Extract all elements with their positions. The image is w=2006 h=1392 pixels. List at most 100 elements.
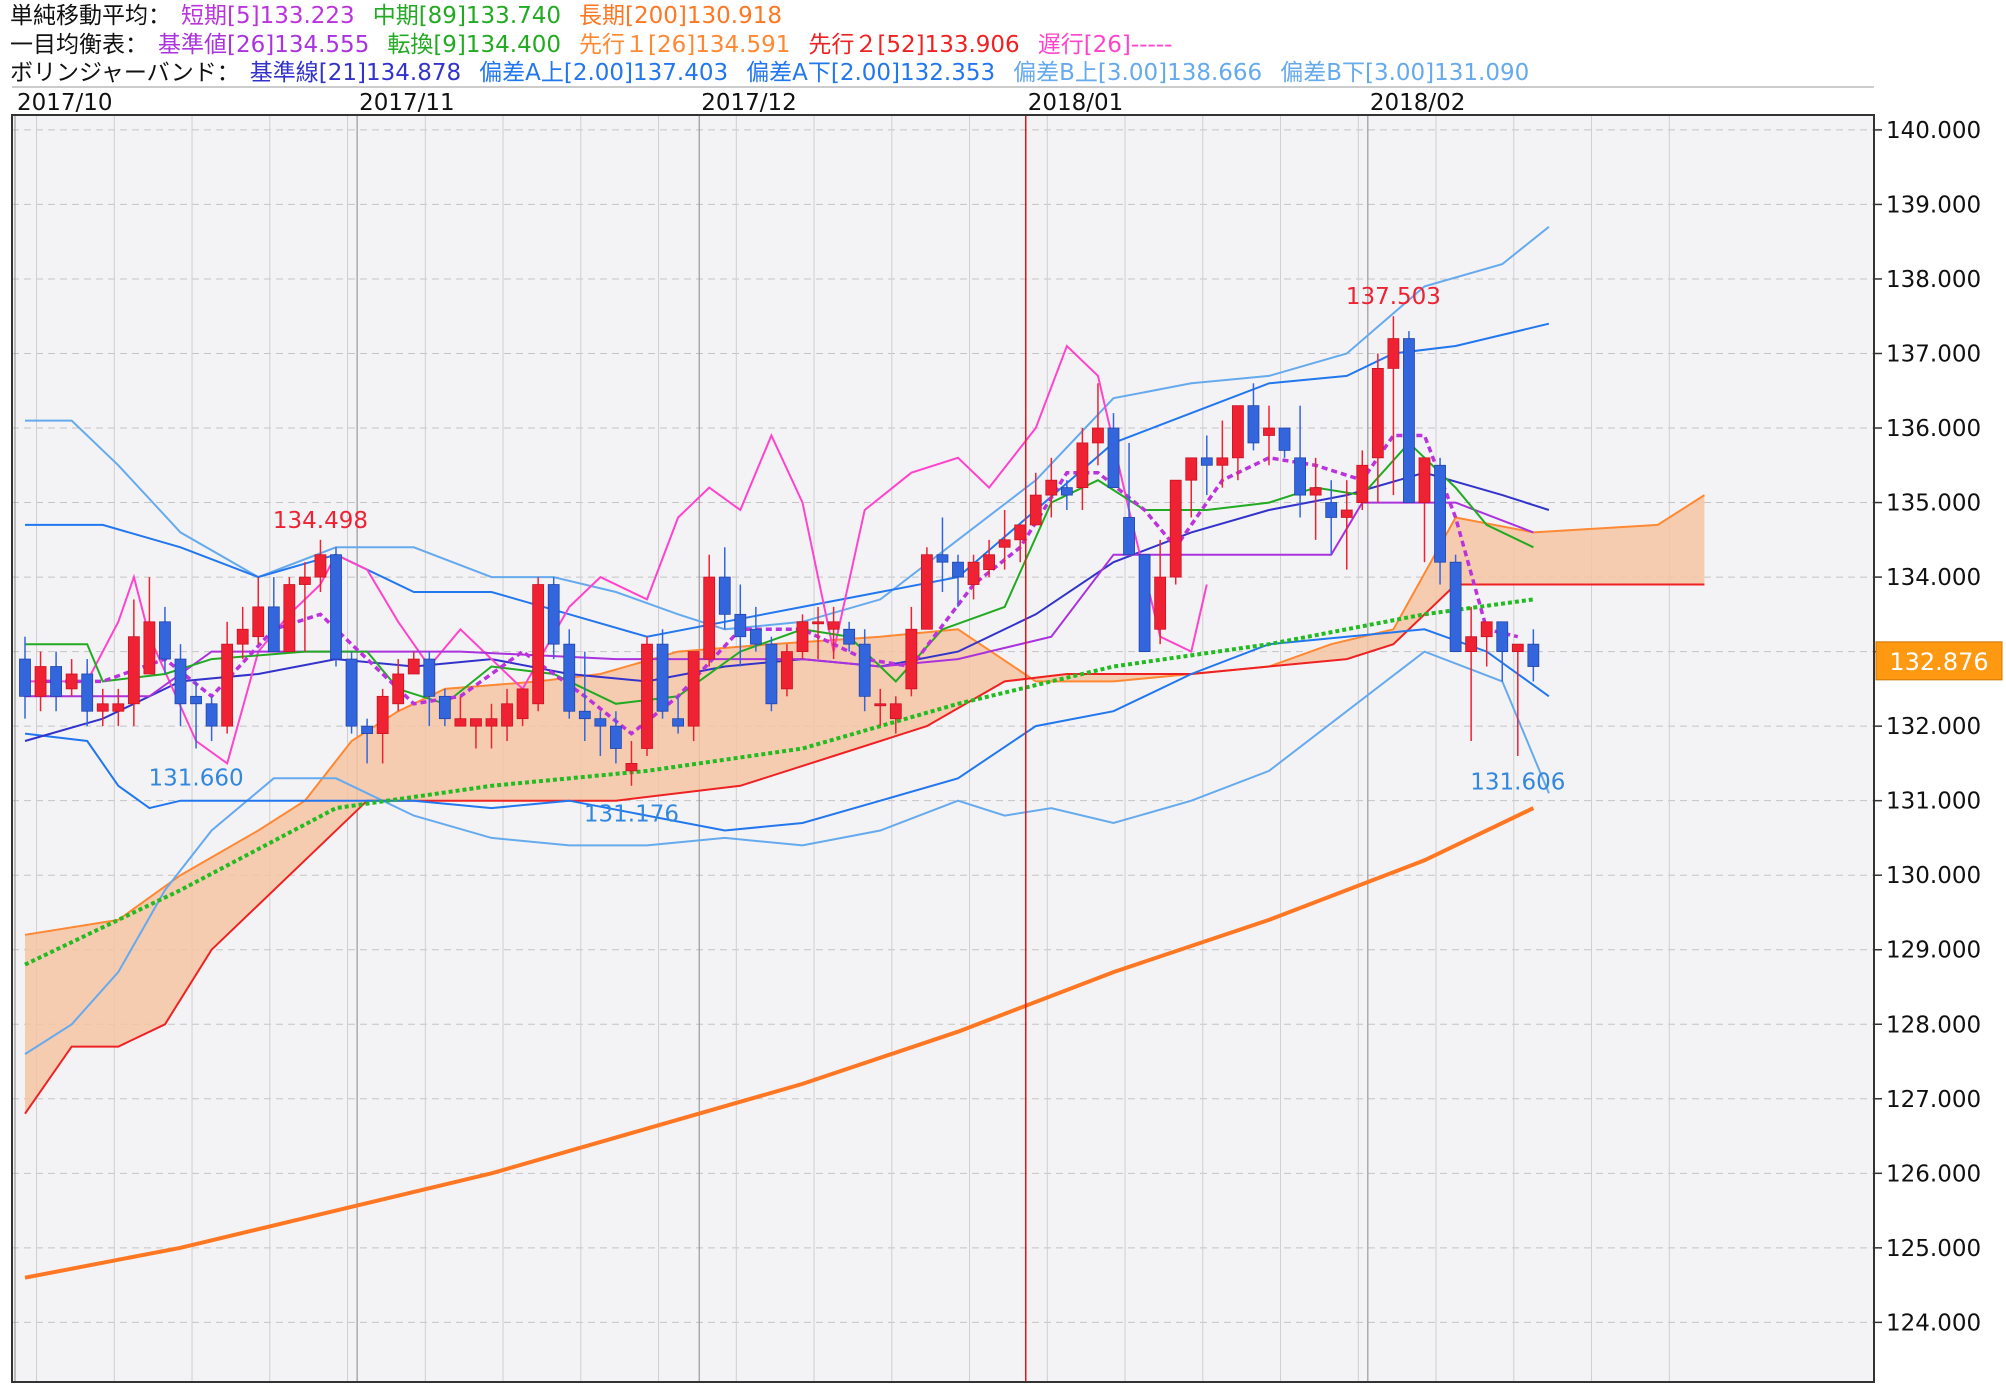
candle-body — [1076, 442, 1089, 489]
candle — [532, 577, 545, 712]
y-tick-label: 135.000 — [1886, 491, 1981, 517]
candle-body — [532, 584, 545, 705]
candle-body — [921, 554, 933, 630]
month-label: 2017/12 — [701, 90, 797, 116]
candle — [921, 547, 933, 630]
candle-body — [687, 651, 700, 727]
y-tick-label: 134.000 — [1886, 565, 1981, 591]
candle-body — [314, 554, 327, 578]
candle-body — [1294, 457, 1306, 496]
y-tick-label: 129.000 — [1886, 938, 1981, 964]
candle-body — [1418, 457, 1431, 503]
candle-body — [298, 576, 311, 585]
y-tick-label: 126.000 — [1886, 1161, 1981, 1187]
candle — [283, 577, 296, 653]
candle — [1138, 554, 1151, 653]
price-annotation: 134.498 — [273, 508, 368, 534]
candle — [641, 636, 653, 756]
candle-body — [1200, 457, 1213, 466]
candle-body — [843, 628, 856, 645]
candle-body — [1449, 561, 1462, 653]
y-tick-label: 137.000 — [1886, 341, 1981, 367]
candle-body — [1356, 464, 1369, 503]
candle-body — [1060, 487, 1073, 496]
y-tick-label: 127.000 — [1886, 1087, 1981, 1113]
candle-body — [936, 554, 949, 563]
y-tick-label: 124.000 — [1886, 1310, 1981, 1336]
candle-body — [672, 718, 684, 727]
candle-body — [1154, 576, 1167, 630]
candle-body — [1371, 367, 1384, 459]
current-price-label: 132.876 — [1889, 648, 1988, 676]
candle-body — [1340, 509, 1353, 518]
candle-body — [112, 703, 125, 712]
candle-body — [625, 763, 638, 772]
candle-body — [1387, 338, 1400, 369]
candle — [1403, 331, 1415, 503]
candle-body — [1278, 427, 1291, 451]
candle — [345, 651, 358, 734]
candle-body — [967, 561, 980, 585]
candle-body — [34, 666, 47, 697]
month-label: 2017/10 — [17, 90, 113, 116]
candle-body — [143, 621, 156, 675]
y-tick-label: 128.000 — [1886, 1012, 1981, 1038]
candle-body — [252, 606, 265, 638]
candle-body — [1216, 457, 1229, 466]
candle-body — [796, 621, 809, 653]
candlestick-chart: 2017/10 2017/11 2017/12 2018/01 2018/02 134.4… — [11, 86, 2003, 1383]
candle-body — [174, 658, 187, 705]
candle-body — [952, 561, 964, 578]
candle-body — [345, 658, 358, 727]
candle-body — [236, 628, 249, 645]
month-label: 2018/02 — [1370, 90, 1466, 116]
candle-body — [392, 673, 405, 705]
candle-body — [749, 628, 762, 645]
y-tick-label: 132.000 — [1886, 714, 1981, 740]
price-annotation: 137.503 — [1346, 284, 1441, 310]
price-annotation: 131.660 — [148, 765, 243, 791]
candle-body — [1496, 621, 1509, 653]
candle-body — [610, 725, 622, 749]
y-tick-label: 139.000 — [1886, 192, 1981, 218]
candle-body — [1325, 502, 1338, 518]
candle-body — [1045, 479, 1058, 496]
candle-body — [470, 718, 482, 727]
candle-body — [734, 613, 747, 638]
candle-body — [1092, 427, 1104, 444]
candle-body — [718, 576, 731, 615]
month-label: 2018/01 — [1028, 90, 1124, 116]
candle-body — [874, 703, 887, 707]
candle-body — [485, 718, 498, 727]
candle — [781, 644, 793, 697]
candle-body — [454, 718, 467, 727]
y-tick-label: 138.000 — [1886, 267, 1981, 293]
candle-body — [501, 703, 513, 727]
price-annotation: 131.606 — [1470, 770, 1565, 796]
candle-body — [283, 584, 296, 653]
candle-body — [827, 621, 840, 630]
candle-body — [1309, 487, 1322, 496]
candle-body — [221, 643, 234, 727]
plot-area — [12, 115, 1874, 1382]
candle-body — [547, 584, 560, 645]
candle-body — [1434, 464, 1446, 563]
candle-body — [376, 695, 389, 734]
candle-body — [407, 658, 420, 675]
candle-body — [1527, 643, 1540, 667]
candle-body — [516, 688, 529, 720]
candle-body — [889, 703, 902, 720]
candle — [1449, 554, 1462, 653]
candle-body — [594, 718, 607, 727]
candle-body — [578, 710, 591, 720]
candle-body — [1185, 457, 1198, 481]
candle-body — [330, 554, 342, 660]
candle — [1169, 479, 1182, 585]
candle-body — [812, 621, 824, 625]
candle-body — [205, 703, 218, 727]
y-tick-label: 131.000 — [1886, 789, 1981, 815]
candle-body — [65, 673, 78, 690]
candle-body — [127, 636, 140, 705]
candle — [330, 547, 342, 667]
candle-body — [1169, 479, 1182, 578]
